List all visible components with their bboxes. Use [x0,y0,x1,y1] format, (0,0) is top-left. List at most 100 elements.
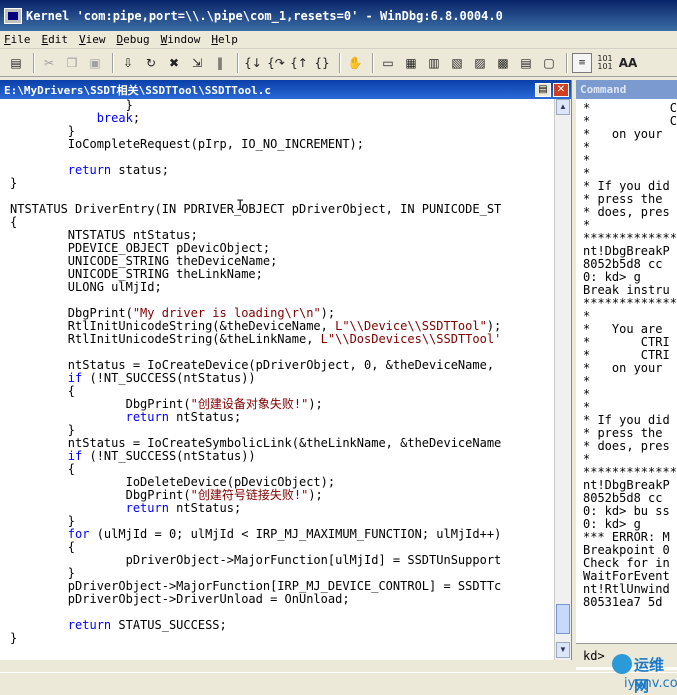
code-line[interactable]: pDriverObject->MajorFunction[ulMjId] = S… [10,554,552,567]
code-text: pDriverObject->MajorFunction[ulMjId] = S… [10,553,502,567]
code-text: { [10,384,76,398]
source-code[interactable]: } break; } IoCompleteRequest(pIrp, IO_NO… [0,99,552,656]
dock-icon[interactable]: ▤ [535,82,551,97]
step-out-icon[interactable]: {↑ [289,53,309,73]
menu-window[interactable]: Window [161,33,201,46]
font-icon[interactable]: AA [618,53,638,73]
code-line[interactable]: } [10,177,552,190]
menu-help[interactable]: Help [211,33,238,46]
code-text: DbgPrint( [10,306,133,320]
windbg-icon [4,7,22,24]
code-text: ntStatus; [168,501,242,515]
toolbar-separator [112,52,114,73]
restart-icon[interactable]: ↻ [141,53,161,73]
source-window-titlebar: E:\MyDrivers\SSDT相关\SSDTTool\SSDTTool.c … [0,80,571,99]
close-icon[interactable]: ✕ [553,82,569,97]
code-text: status; [111,163,169,177]
code-line[interactable]: ULONG ulMjId; [10,281,552,294]
code-text: } [10,566,76,580]
command-output-line: * [583,140,591,154]
menu-file[interactable]: File [4,33,31,46]
code-line[interactable]: } [10,632,552,645]
go-icon[interactable]: ⇩ [118,53,138,73]
code-line[interactable]: return ntStatus; [10,411,552,424]
menu-view[interactable]: View [79,33,106,46]
title-bar: Kernel 'com:pipe,port=\\.\pipe\com_1,res… [0,0,677,31]
code-string: L"\\Device\\SSDTTool" [335,319,487,333]
code-text: { [10,540,76,554]
code-line[interactable]: if (!NT_SUCCESS(ntStatus)) [10,450,552,463]
code-text: ULONG ulMjId; [10,280,162,294]
code-keyword: break [96,111,133,125]
command-output-line: * does, pres [583,205,670,219]
code-line[interactable]: RtlInitUnicodeString(&theLinkName, L"\\D… [10,333,552,346]
watermark: 运维网 iyunv.com [612,650,677,695]
scroll-down-icon[interactable]: ▼ [556,642,570,658]
toolbar-separator [566,52,568,73]
memory-icon[interactable]: ▨ [470,53,490,73]
code-line[interactable]: pDriverObject->DriverUnload = OnUnload; [10,593,552,606]
locals-icon[interactable]: ▥ [424,53,444,73]
hex-icon[interactable]: 101 101 [595,53,615,73]
code-text: pDriverObject->MajorFunction[IRP_MJ_DEVI… [10,579,502,593]
code-line[interactable]: return STATUS_SUCCESS; [10,619,552,632]
source-scrollbar[interactable]: ▲ ▼ [554,99,571,660]
detach-icon[interactable]: ⇲ [187,53,207,73]
command-icon[interactable]: ▭ [378,53,398,73]
code-text: { [10,462,76,476]
code-line[interactable]: if (!NT_SUCCESS(ntStatus)) [10,372,552,385]
registers-icon[interactable]: ▧ [447,53,467,73]
step-into-icon[interactable]: {↓ [243,53,263,73]
code-line[interactable]: NTSTATUS DriverEntry(IN PDRIVER_OBJECT p… [10,203,552,216]
code-text: DbgPrint( [10,488,191,502]
command-output-line: * [583,153,591,167]
code-line[interactable]: return status; [10,164,552,177]
code-text: ); [486,319,502,333]
text-cursor-icon: I [236,198,245,214]
stop-debugging-icon[interactable]: ✖ [164,53,184,73]
code-text: ); [320,306,336,320]
scroll-up-icon[interactable]: ▲ [556,99,570,115]
open-icon[interactable]: ▤ [6,53,26,73]
code-line[interactable]: IoCompleteRequest(pIrp, IO_NO_INCREMENT)… [10,138,552,151]
watch-icon[interactable]: ▦ [401,53,421,73]
source-mode-icon[interactable]: ≡ [572,52,592,73]
scratch-pad-icon[interactable]: ▢ [539,53,559,73]
hand-icon[interactable]: ✋ [345,53,365,73]
source-window-title: E:\MyDrivers\SSDT相关\SSDTTool\SSDTTool.c [4,83,272,97]
code-text: (!NT_SUCCESS(ntStatus)) [82,371,256,385]
code-text: RtlInitUnicodeString(&theDeviceName, [10,319,336,333]
menu-debug[interactable]: Debug [117,33,150,46]
code-string: "创建设备对象失败!" [190,397,309,411]
scroll-thumb[interactable] [556,604,570,634]
code-text: NTSTATUS ntStatus; [10,228,198,242]
command-output-line: * [583,374,591,388]
cut-icon[interactable]: ✂ [39,53,59,73]
call-stack-icon[interactable]: ▩ [493,53,513,73]
command-output-line: * on your [583,127,663,141]
toolbar: ▤ ✂ ❐ ▣ ⇩ ↻ ✖ ⇲ ‖ {↓ {↷ {↑ {} ✋ ▭ ▦ ▥ ▧ … [0,49,677,77]
watermark-en: iyunv.com [624,676,677,691]
disassembly-icon[interactable]: ▤ [516,53,536,73]
command-window-title: Command [576,80,677,99]
copy-icon[interactable]: ❐ [62,53,82,73]
code-text: RtlInitUnicodeString(&theLinkName, [10,332,321,346]
code-line[interactable]: break; [10,112,552,125]
break-icon[interactable]: ‖ [210,53,230,73]
code-text: ntStatus = IoCreateSymbolicLink(&theLink… [10,436,502,450]
command-output-line: ************* [583,296,677,310]
code-line[interactable]: return ntStatus; [10,502,552,515]
menu-edit[interactable]: Edit [42,33,69,46]
run-to-cursor-icon[interactable]: {} [312,53,332,73]
code-text: NTSTATUS DriverEntry(IN PDRIVER_OBJECT p… [10,202,502,216]
toolbar-separator [237,52,239,73]
code-keyword: return [125,410,169,424]
step-over-icon[interactable]: {↷ [266,53,286,73]
paste-icon[interactable]: ▣ [85,53,105,73]
code-text: { [10,215,18,229]
code-line[interactable]: for (ulMjId = 0; ulMjId < IRP_MJ_MAXIMUM… [10,528,552,541]
